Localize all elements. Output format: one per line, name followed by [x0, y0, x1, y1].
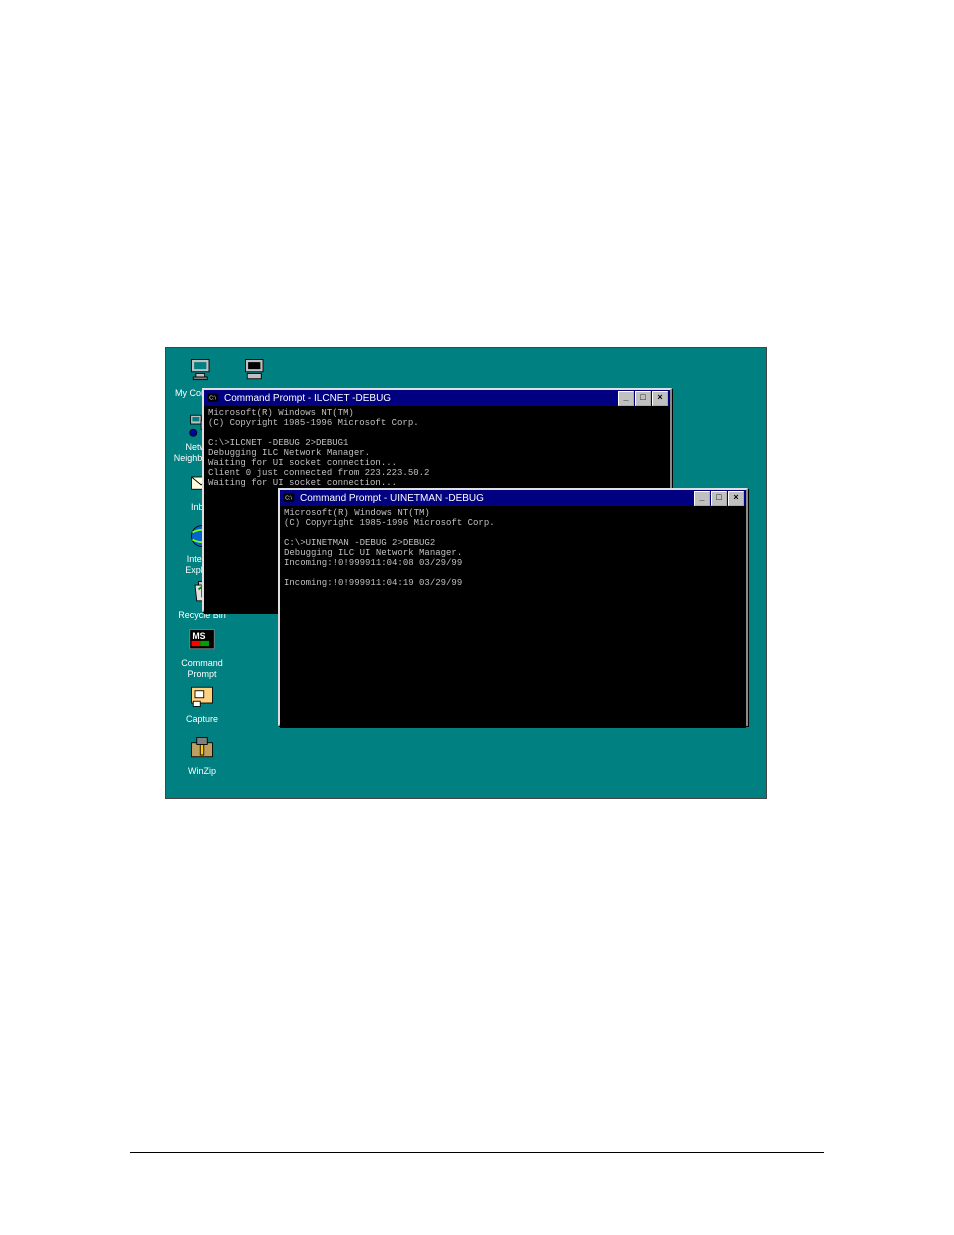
svg-text:MS: MS	[192, 631, 205, 641]
system-menu-icon[interactable]: C:\	[282, 491, 296, 505]
maximize-button[interactable]: □	[635, 391, 651, 406]
desktop-icon-cmd[interactable]: MS Command Prompt	[172, 624, 232, 680]
maximize-button[interactable]: □	[711, 491, 727, 506]
terminal-output[interactable]: Microsoft(R) Windows NT(TM) (C) Copyrigh…	[280, 506, 746, 728]
computer-alt-icon	[240, 354, 272, 386]
computer-icon	[186, 354, 218, 386]
minimize-button[interactable]: _	[694, 491, 710, 506]
system-menu-icon[interactable]: C:\	[206, 391, 220, 405]
desktop-icon-label: Capture	[172, 714, 232, 725]
titlebar[interactable]: C:\ Command Prompt - UINETMAN -DEBUG _ □…	[280, 490, 746, 506]
titlebar[interactable]: C:\ Command Prompt - ILCNET -DEBUG _ □ ×	[204, 390, 670, 406]
winzip-icon	[186, 732, 218, 764]
capture-icon	[186, 680, 218, 712]
close-button[interactable]: ×	[728, 491, 744, 506]
msdos-icon: MS	[186, 624, 218, 656]
close-button[interactable]: ×	[652, 391, 668, 406]
svg-text:C:\: C:\	[209, 396, 216, 402]
horizontal-rule	[130, 1152, 824, 1153]
desktop: My Computer ILCNCC Network Neighborhood …	[165, 347, 767, 799]
desktop-icon-winzip[interactable]: WinZip	[172, 732, 232, 777]
document-page: My Computer ILCNCC Network Neighborhood …	[0, 0, 954, 1235]
desktop-icon-label: WinZip	[172, 766, 232, 777]
minimize-button[interactable]: _	[618, 391, 634, 406]
desktop-icon-label: Command Prompt	[172, 658, 232, 680]
desktop-icon-capture[interactable]: Capture	[172, 680, 232, 725]
window-uinetman[interactable]: C:\ Command Prompt - UINETMAN -DEBUG _ □…	[278, 488, 748, 726]
svg-text:C:\: C:\	[285, 496, 292, 502]
window-title: Command Prompt - ILCNET -DEBUG	[224, 393, 617, 404]
window-title: Command Prompt - UINETMAN -DEBUG	[300, 493, 693, 504]
